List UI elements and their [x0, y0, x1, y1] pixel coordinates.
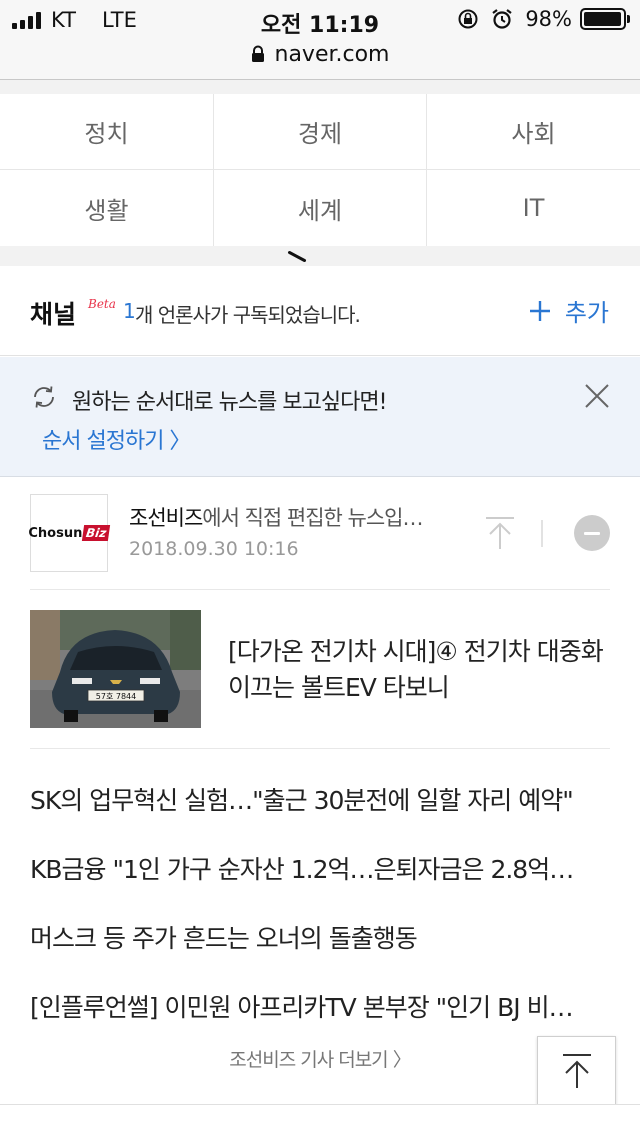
press-date: 2018.09.30 10:16	[129, 538, 299, 560]
scroll-to-top-button[interactable]	[537, 1036, 616, 1106]
battery-fill	[584, 12, 622, 26]
press-header: Chosun Biz 조선비즈에서 직접 편집한 뉴스입… 2018.09.30 …	[0, 477, 640, 589]
press-logo-text: Chosun	[28, 525, 83, 541]
channel-title: 채널	[30, 300, 77, 329]
add-channel-button[interactable]: 추가	[529, 293, 609, 328]
channel-header: 채널 Beta 1 개 언론사가 구독되었습니다. 추가	[0, 266, 640, 356]
alarm-icon	[492, 9, 512, 29]
news-list-item[interactable]: KB금융 "1인 가구 순자산 1.2억…은퇴자금은 2.8억…	[30, 850, 620, 886]
press-logo[interactable]: Chosun Biz	[28, 494, 111, 572]
subscription-count: 1	[123, 299, 136, 323]
status-right: 98%	[457, 7, 630, 31]
status-bar: KT LTE 오전 11:19 98%	[0, 0, 640, 40]
news-list-item[interactable]: [인플루언썰] 이민원 아프리카TV 본부장 "인기 BJ 비…	[30, 988, 620, 1024]
category-world[interactable]: 세계	[214, 170, 427, 246]
rotation-lock-icon	[458, 9, 478, 29]
divider	[30, 748, 610, 749]
plus-icon	[529, 300, 550, 321]
category-grid: 정치 경제 사회 생활 세계 IT	[0, 94, 640, 246]
beta-badge: Beta	[88, 297, 116, 311]
license-plate: 57호 7844	[96, 692, 136, 701]
press-name: 조선비즈	[129, 506, 203, 530]
divider	[541, 520, 543, 547]
unsubscribe-button[interactable]	[574, 515, 610, 551]
address-bar[interactable]: naver.com	[0, 40, 640, 80]
category-politics[interactable]: 정치	[0, 94, 214, 170]
category-society[interactable]: 사회	[427, 94, 640, 170]
car-photo-image: 57호 7844	[30, 610, 201, 728]
pin-to-top-icon[interactable]	[483, 515, 517, 551]
section-gap	[0, 246, 640, 266]
press-title[interactable]: 조선비즈에서 직접 편집한 뉴스입…	[129, 502, 424, 532]
notice-text: 원하는 순서대로 뉴스를 보고싶다면!	[72, 390, 387, 415]
minus-icon	[584, 531, 600, 535]
url-text: naver.com	[274, 41, 390, 67]
battery-icon	[580, 8, 630, 30]
refresh-icon	[34, 386, 54, 408]
section-gap	[0, 80, 640, 94]
press-title-rest: 에서 직접 편집한 뉴스입…	[202, 506, 423, 530]
battery-percent: 98%	[525, 7, 572, 31]
subscription-description: 개 언론사가 구독되었습니다.	[135, 303, 361, 327]
headline-title[interactable]: [다가온 전기차 시대]④ 전기차 대중화 이끄는 볼트EV 타보니	[228, 634, 618, 706]
category-life[interactable]: 생활	[0, 170, 214, 246]
add-channel-label: 추가	[564, 299, 609, 327]
category-it[interactable]: IT	[427, 170, 640, 246]
order-setting-link[interactable]: 순서 설정하기 〉	[42, 423, 191, 455]
news-list-item[interactable]: 머스크 등 주가 흔드는 오너의 돌출행동	[30, 919, 620, 955]
lock-icon	[251, 45, 264, 62]
category-economy[interactable]: 경제	[214, 94, 427, 170]
article-thumbnail[interactable]: 57호 7844	[30, 610, 201, 728]
divider	[30, 589, 610, 590]
press-logo-badge: Biz	[82, 525, 111, 541]
close-icon[interactable]	[584, 383, 610, 409]
url-display[interactable]: naver.com	[251, 40, 390, 68]
order-setting-notice: 원하는 순서대로 뉴스를 보고싶다면! 순서 설정하기 〉	[0, 357, 640, 477]
news-list-item[interactable]: SK의 업무혁신 실험…"출근 30분전에 일할 자리 예약"	[30, 781, 620, 817]
next-section-peek	[0, 1105, 640, 1136]
arrow-up-icon	[562, 1054, 591, 1088]
